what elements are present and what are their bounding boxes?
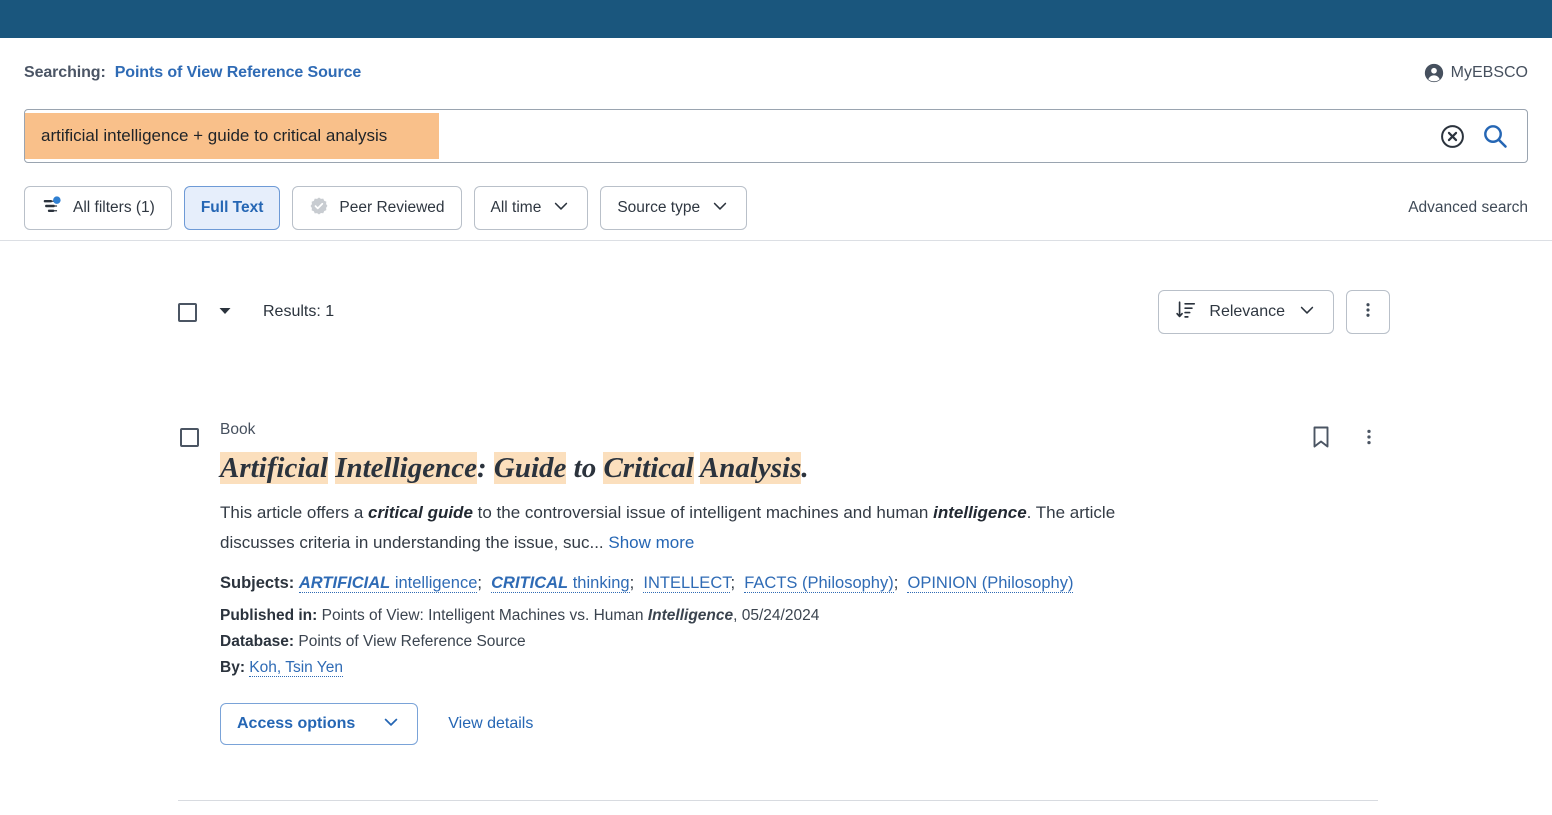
kebab-menu-icon: [1359, 301, 1377, 324]
sort-controls: Relevance: [1158, 290, 1390, 334]
peer-reviewed-badge-icon: [309, 196, 329, 221]
result-item: Book Artificial Intelligence: Guide to C…: [178, 420, 1378, 745]
access-options-label: Access options: [237, 715, 356, 732]
filter-chip-peer-reviewed[interactable]: Peer Reviewed: [292, 186, 462, 230]
published-in-value: Points of View: Intelligent Machines vs.…: [321, 607, 648, 624]
brand-top-bar: [0, 0, 1552, 38]
filter-icon: [41, 195, 63, 222]
result-select-checkbox[interactable]: [180, 428, 199, 447]
title-part: .: [801, 452, 809, 484]
filter-chip-label: Full Text: [200, 199, 264, 216]
published-in-row: Published in: Points of View: Intelligen…: [220, 603, 1378, 629]
show-more-link[interactable]: Show more: [608, 533, 694, 552]
filter-chip-label: Peer Reviewed: [339, 199, 445, 216]
subject-rest: INTELLECT: [643, 574, 731, 592]
subject-strong: ARTIFICIAL: [298, 574, 391, 592]
advanced-search-link[interactable]: Advanced search: [1408, 186, 1528, 230]
search-box[interactable]: artificial intelligence + guide to criti…: [24, 109, 1528, 163]
author-link[interactable]: Koh, Tsin Yen: [249, 659, 343, 677]
clear-circle-icon[interactable]: [1440, 124, 1465, 149]
chevron-down-icon: [1297, 300, 1317, 325]
result-metadata: Published in: Points of View: Intelligen…: [220, 603, 1378, 681]
filter-chip-source-type[interactable]: Source type: [600, 186, 748, 230]
published-in-emphasis: Intelligence: [647, 607, 734, 624]
result-subjects: Subjects: ARTIFICIAL intelligence; CRITI…: [220, 574, 1074, 593]
published-in-label: Published in:: [220, 607, 318, 624]
result-abstract: This article offers a critical guide to …: [220, 498, 1150, 558]
all-filters-label: All filters (1): [73, 199, 155, 216]
title-part: Intelligence: [335, 452, 477, 484]
result-type-label: Book: [220, 421, 256, 438]
ebsco-search-results-page: Searching: Points of View Reference Sour…: [0, 0, 1552, 815]
title-part: Analysis: [699, 452, 802, 484]
advanced-search-label: Advanced search: [1408, 199, 1528, 216]
database-label: Database:: [220, 633, 295, 650]
subject-rest: intelligence: [390, 574, 478, 592]
title-part: :: [476, 452, 494, 484]
title-part: Critical: [603, 452, 694, 484]
search-icon[interactable]: [1481, 122, 1509, 150]
by-row: By: Koh, Tsin Yen: [220, 655, 1378, 681]
search-input[interactable]: artificial intelligence + guide to criti…: [25, 110, 1440, 162]
subject-rest: thinking: [568, 574, 630, 592]
search-query-text: artificial intelligence + guide to criti…: [41, 113, 388, 159]
searching-breadcrumb: Searching: Points of View Reference Sour…: [24, 58, 361, 88]
title-part: Guide: [493, 452, 567, 484]
abstract-text: This article offers a: [220, 503, 369, 522]
subjects-label: Subjects:: [220, 574, 295, 592]
subject-link[interactable]: FACTS (Philosophy): [744, 574, 894, 593]
filter-chip-label: All time: [490, 199, 542, 216]
result-actions-icons: [1310, 425, 1378, 454]
result-title-link[interactable]: Artificial Intelligence: Guide to Critic…: [220, 451, 1378, 485]
bookmark-icon[interactable]: [1310, 425, 1332, 454]
filter-bar-divider: [0, 240, 1552, 241]
select-all-checkbox[interactable]: [178, 302, 197, 322]
sort-descending-icon: [1175, 299, 1197, 326]
result-checkbox-wrap: [180, 428, 199, 447]
filter-chip-full-text[interactable]: Full Text: [183, 186, 281, 230]
subject-link[interactable]: CRITICAL thinking: [491, 574, 630, 593]
subject-link[interactable]: ARTIFICIAL intelligence: [298, 574, 478, 593]
view-details-link[interactable]: View details: [448, 715, 533, 733]
abstract-emphasis: intelligence: [933, 503, 1027, 522]
searching-label: Searching:: [24, 64, 106, 81]
all-filters-button[interactable]: All filters (1): [24, 186, 172, 230]
sort-by-button[interactable]: Relevance: [1158, 290, 1334, 334]
database-row: Database: Points of View Reference Sourc…: [220, 629, 1378, 655]
myebsco-label: MyEBSCO: [1450, 64, 1528, 81]
filter-chip-label: Source type: [617, 199, 701, 216]
abstract-text: to the controversial issue of intelligen…: [472, 503, 934, 522]
results-options-button[interactable]: [1346, 290, 1390, 334]
chevron-down-icon: [218, 304, 232, 321]
result-action-buttons: Access options View details: [220, 703, 1378, 745]
sort-by-label: Relevance: [1209, 303, 1285, 320]
subject-link[interactable]: OPINION (Philosophy): [907, 574, 1074, 593]
subject-link[interactable]: INTELLECT: [643, 574, 731, 593]
searching-database-link[interactable]: Points of View Reference Source: [115, 64, 362, 82]
subject-rest: OPINION (Philosophy): [907, 574, 1074, 592]
abstract-emphasis: critical guide: [368, 503, 473, 522]
myebsco-account-button[interactable]: MyEBSCO: [1424, 58, 1528, 88]
published-in-date: , 05/24/2024: [733, 607, 820, 624]
title-part: [694, 452, 700, 484]
results-count-label: Results: 1: [263, 303, 335, 320]
database-value: Points of View Reference Source: [298, 633, 526, 650]
chevron-down-icon: [381, 712, 401, 737]
title-part: Artificial: [220, 452, 328, 484]
subject-rest: FACTS (Philosophy): [744, 574, 894, 592]
kebab-menu-icon[interactable]: [1360, 426, 1378, 453]
title-part: to: [566, 452, 604, 484]
select-all-dropdown-button[interactable]: [214, 300, 236, 325]
filter-bar: All filters (1) Full Text Peer Reviewed …: [24, 186, 1528, 230]
account-circle-icon: [1424, 63, 1444, 83]
chevron-down-icon: [710, 196, 730, 221]
access-options-button[interactable]: Access options: [220, 703, 419, 745]
result-bottom-divider: [178, 800, 1378, 801]
chevron-down-icon: [551, 196, 571, 221]
filter-chip-all-time[interactable]: All time: [473, 186, 589, 230]
by-label: By:: [220, 659, 245, 676]
subject-strong: CRITICAL: [491, 574, 569, 592]
